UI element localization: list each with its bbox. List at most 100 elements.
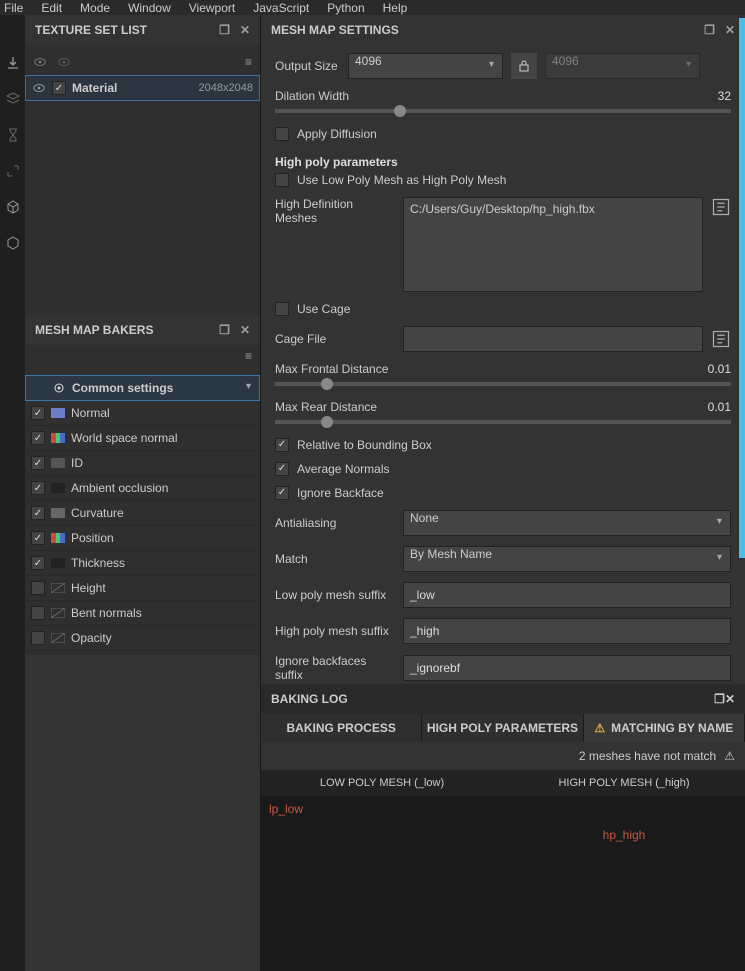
texture-set-row[interactable]: Material 2048x2048: [25, 75, 260, 101]
menu-python[interactable]: Python: [327, 1, 364, 15]
max-frontal-slider[interactable]: [275, 382, 731, 386]
close-icon[interactable]: ✕: [240, 323, 250, 337]
baker-checkbox[interactable]: [31, 481, 45, 495]
low-suffix-input[interactable]: [403, 582, 731, 608]
baker-checkbox[interactable]: [31, 556, 45, 570]
aa-label: Antialiasing: [275, 516, 395, 530]
undock-icon[interactable]: ❐: [219, 23, 230, 37]
baker-row-id[interactable]: ID: [25, 451, 260, 476]
menu-icon[interactable]: ≡: [245, 349, 252, 375]
visibility-all-icon[interactable]: [33, 55, 47, 69]
baker-checkbox[interactable]: [31, 581, 45, 595]
mesh-map-settings-header: MESH MAP SETTINGS ❐ ✕: [261, 15, 745, 45]
baker-row-normal[interactable]: Normal: [25, 401, 260, 426]
avg-normals-checkbox[interactable]: [275, 462, 289, 476]
log-tab-0[interactable]: BAKING PROCESS: [261, 714, 422, 742]
ignore-backface-checkbox[interactable]: [275, 486, 289, 500]
export-icon[interactable]: [5, 55, 21, 71]
baker-row-bent-normals[interactable]: Bent normals: [25, 601, 260, 626]
baker-label: Normal: [71, 406, 254, 420]
timer-icon[interactable]: [5, 127, 21, 143]
baker-label: Thickness: [71, 556, 254, 570]
apply-diffusion-checkbox[interactable]: [275, 127, 289, 141]
max-rear-value: 0.01: [708, 400, 731, 414]
cube-icon[interactable]: [5, 199, 21, 215]
menu-edit[interactable]: Edit: [41, 1, 62, 15]
baker-row-ambient-occlusion[interactable]: Ambient occlusion: [25, 476, 260, 501]
high-suffix-input[interactable]: [403, 618, 731, 644]
log-tab-2[interactable]: ⚠MATCHING BY NAME: [584, 714, 745, 742]
layers-icon[interactable]: [5, 91, 21, 107]
hd-meshes-field[interactable]: C:/Users/Guy/Desktop/hp_high.fbx: [403, 197, 703, 292]
expand-icon[interactable]: [5, 163, 21, 179]
relative-bb-label: Relative to Bounding Box: [297, 438, 432, 452]
baker-checkbox[interactable]: [31, 531, 45, 545]
baker-label: Curvature: [71, 506, 254, 520]
menu-window[interactable]: Window: [128, 1, 171, 15]
panel-title: BAKING LOG: [271, 692, 348, 706]
low-suffix-label: Low poly mesh suffix: [275, 588, 395, 602]
baker-checkbox[interactable]: [31, 431, 45, 445]
baker-checkbox[interactable]: [31, 606, 45, 620]
baking-log-header: BAKING LOG ❐✕: [261, 684, 745, 714]
close-icon[interactable]: ✕: [725, 23, 735, 37]
match-select[interactable]: By Mesh Name: [403, 546, 731, 572]
baker-checkbox[interactable]: [31, 406, 45, 420]
ignore-suffix-label: Ignore backfaces suffix: [275, 654, 395, 682]
baker-label: Ambient occlusion: [71, 481, 254, 495]
log-tab-1[interactable]: HIGH POLY PARAMETERS: [422, 714, 583, 742]
dilation-slider[interactable]: [275, 109, 731, 113]
menu-viewport[interactable]: Viewport: [189, 1, 235, 15]
object-icon[interactable]: [5, 235, 21, 251]
menu-javascript[interactable]: JavaScript: [253, 1, 309, 15]
max-rear-slider[interactable]: [275, 420, 731, 424]
output-size-select[interactable]: 4096: [348, 53, 503, 79]
aa-select[interactable]: None: [403, 510, 731, 536]
baker-row-world-space-normal[interactable]: World space normal: [25, 426, 260, 451]
use-cage-checkbox[interactable]: [275, 302, 289, 316]
undock-icon[interactable]: ❐: [714, 692, 725, 706]
close-icon[interactable]: ✕: [725, 692, 735, 706]
baker-checkbox[interactable]: [31, 506, 45, 520]
lock-icon: [518, 60, 530, 72]
close-icon[interactable]: ✕: [240, 23, 250, 37]
cage-file-field[interactable]: [403, 326, 703, 352]
main-menu[interactable]: File Edit Mode Window Viewport JavaScript Pyth…: [0, 0, 745, 15]
warning-icon: ⚠: [724, 749, 735, 763]
undock-icon[interactable]: ❐: [704, 23, 715, 37]
baker-label: Bent normals: [71, 606, 254, 620]
baker-common-settings[interactable]: Common settings: [25, 375, 260, 401]
undock-icon[interactable]: ❐: [219, 323, 230, 337]
visibility-icon[interactable]: [32, 81, 46, 95]
baker-checkbox[interactable]: [31, 631, 45, 645]
menu-file[interactable]: File: [4, 1, 23, 15]
relative-bb-checkbox[interactable]: [275, 438, 289, 452]
baker-row-height[interactable]: Height: [25, 576, 260, 601]
lock-button[interactable]: [511, 53, 537, 79]
texture-set-checkbox[interactable]: [52, 81, 66, 95]
menu-mode[interactable]: Mode: [80, 1, 110, 15]
dilation-label: Dilation Width: [275, 89, 395, 103]
output-size-select-y: 4096: [545, 53, 700, 79]
ignore-suffix-input[interactable]: [403, 655, 731, 681]
baker-row-thickness[interactable]: Thickness: [25, 551, 260, 576]
use-low-as-high-checkbox[interactable]: [275, 173, 289, 187]
baker-row-curvature[interactable]: Curvature: [25, 501, 260, 526]
accent-strip: [739, 18, 745, 558]
menu-icon[interactable]: ≡: [245, 55, 252, 69]
dilation-value: 32: [718, 89, 731, 103]
file-browse-icon[interactable]: [711, 197, 731, 217]
baker-checkbox[interactable]: [31, 456, 45, 470]
baker-row-opacity[interactable]: Opacity: [25, 626, 260, 651]
hd-meshes-label: High Definition Meshes: [275, 197, 395, 225]
output-size-label: Output Size: [275, 59, 340, 73]
baker-label: World space normal: [71, 431, 254, 445]
log-row: lp_low: [261, 796, 745, 822]
menu-help[interactable]: Help: [383, 1, 408, 15]
log-row: hp_high: [261, 822, 745, 848]
gear-icon: [52, 381, 66, 395]
baker-row-position[interactable]: Position: [25, 526, 260, 551]
file-browse-icon[interactable]: [711, 329, 731, 349]
visibility-icon[interactable]: [57, 55, 71, 69]
match-label: Match: [275, 552, 395, 566]
